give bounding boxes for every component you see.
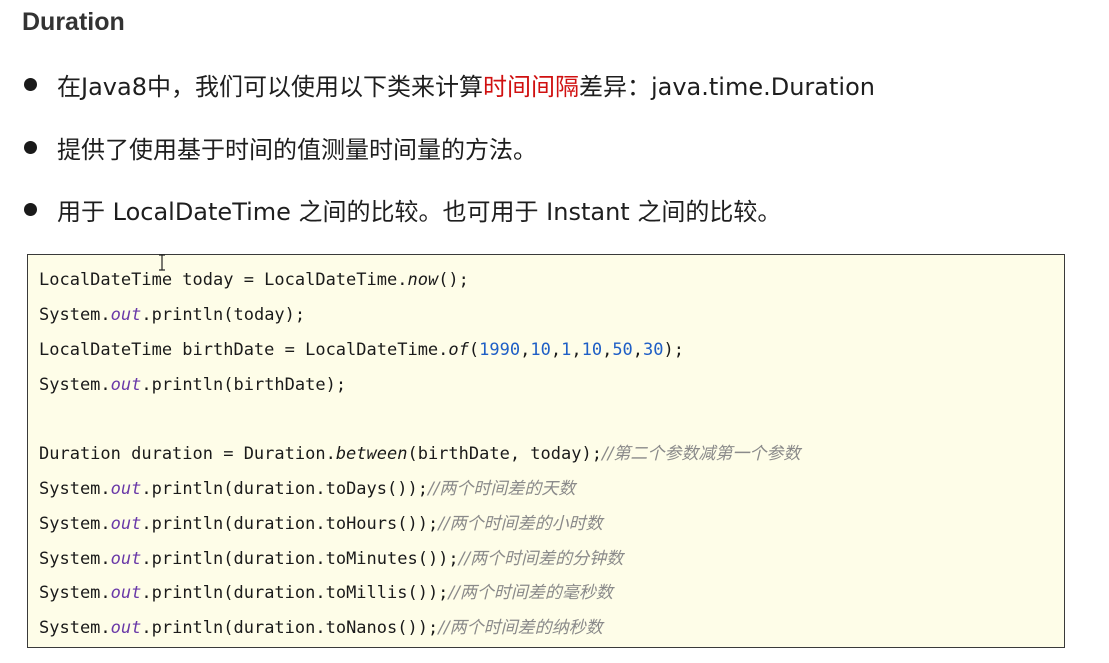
- code-text: ();: [438, 270, 469, 290]
- code-text: .println(duration.toNanos());: [141, 618, 439, 638]
- bullet-dot-icon: [24, 77, 37, 91]
- code-text: LocalDateTime today = LocalDateTime.: [39, 270, 408, 290]
- code-static-field: out: [110, 583, 142, 603]
- code-line: System.out.println(duration.toMillis());…: [39, 580, 613, 606]
- bullet-text-pre: 在Java8中，我们可以使用以下类来计算: [57, 72, 483, 101]
- code-static-field: out: [110, 305, 142, 325]
- bullet-item: 提供了使用基于时间的值测量时间量的方法。: [24, 129, 537, 165]
- code-number: 50: [612, 340, 633, 360]
- bullet-text-post: 差异：java.time.Duration: [578, 72, 875, 101]
- code-line: System.out.println(duration.toHours());/…: [39, 511, 603, 537]
- code-line: System.out.println(duration.toNanos());/…: [39, 615, 603, 641]
- code-text: System.: [39, 479, 111, 499]
- code-text: (: [468, 340, 480, 360]
- code-text: System.: [39, 514, 111, 534]
- page-title: Duration: [22, 8, 125, 36]
- bullet-text: 用于 LocalDateTime 之间的比较。也可用于 Instant 之间的比…: [57, 197, 782, 226]
- code-comment: //两个时间差的分钟数: [458, 549, 624, 569]
- code-number: 10: [530, 340, 551, 360]
- bullet-text: 提供了使用基于时间的值测量时间量的方法。: [57, 135, 537, 164]
- code-static-field: out: [110, 375, 142, 395]
- code-line: LocalDateTime birthDate = LocalDateTime.…: [39, 337, 684, 363]
- bullet-dot-icon: [24, 140, 37, 154]
- code-text: ,: [520, 340, 531, 360]
- code-comment: //两个时间差的天数: [427, 479, 576, 499]
- text-cursor-icon: [159, 254, 165, 271]
- code-text: ,: [571, 340, 582, 360]
- code-line: Duration duration = Duration.between(bir…: [39, 441, 800, 467]
- code-text: Duration duration = Duration.: [39, 444, 336, 464]
- code-comment: //两个时间差的纳秒数: [438, 618, 603, 638]
- code-number: 30: [643, 340, 664, 360]
- code-number: 1: [561, 340, 572, 360]
- code-line: LocalDateTime today = LocalDateTime.now(…: [39, 267, 469, 293]
- code-text: .println(duration.toHours());: [141, 514, 439, 534]
- bullet-highlight: 时间间隔: [482, 72, 579, 101]
- code-text: .println(today);: [141, 305, 306, 325]
- code-text: .println(duration.toMillis());: [141, 583, 449, 603]
- code-method: between: [335, 444, 408, 464]
- code-text: .println(duration.toMinutes());: [141, 549, 459, 569]
- bullet-item: 用于 LocalDateTime 之间的比较。也可用于 Instant 之间的比…: [24, 191, 781, 227]
- code-line: System.out.println(birthDate);: [39, 372, 346, 398]
- code-number: 1990: [479, 340, 521, 360]
- code-static-field: out: [110, 618, 142, 638]
- code-comment: //第二个参数减第一个参数: [601, 444, 801, 464]
- code-text: .println(duration.toDays());: [141, 479, 428, 499]
- code-text: ,: [632, 340, 644, 360]
- code-line: System.out.println(today);: [39, 302, 305, 328]
- code-text: (birthDate, today);: [407, 444, 602, 464]
- code-text: ,: [602, 340, 613, 360]
- code-text: System.: [39, 305, 111, 325]
- code-line: System.out.println(duration.toDays());//…: [39, 476, 575, 502]
- code-static-field: out: [110, 479, 142, 499]
- code-text: System.: [39, 618, 111, 638]
- bullet-item: 在Java8中，我们可以使用以下类来计算 时间间隔 差异：java.time.Dur…: [24, 66, 875, 102]
- code-static-field: out: [110, 549, 142, 569]
- code-text: System.: [39, 549, 111, 569]
- code-number: 10: [581, 340, 603, 360]
- code-text: );: [663, 340, 685, 360]
- code-static-field: out: [110, 514, 142, 534]
- code-text: ,: [550, 340, 562, 360]
- code-text: .println(birthDate);: [141, 375, 347, 395]
- code-text: System.: [39, 583, 111, 603]
- code-comment: //两个时间差的小时数: [438, 514, 603, 534]
- code-line: System.out.println(duration.toMinutes())…: [39, 546, 623, 572]
- code-comment: //两个时间差的毫秒数: [448, 583, 613, 603]
- bullet-dot-icon: [24, 202, 37, 216]
- code-text: LocalDateTime birthDate = LocalDateTime.: [39, 340, 449, 360]
- code-method: now: [407, 270, 439, 290]
- code-method: of: [448, 340, 469, 360]
- code-block[interactable]: LocalDateTime today = LocalDateTime.now(…: [27, 254, 1065, 648]
- code-text: System.: [39, 375, 111, 395]
